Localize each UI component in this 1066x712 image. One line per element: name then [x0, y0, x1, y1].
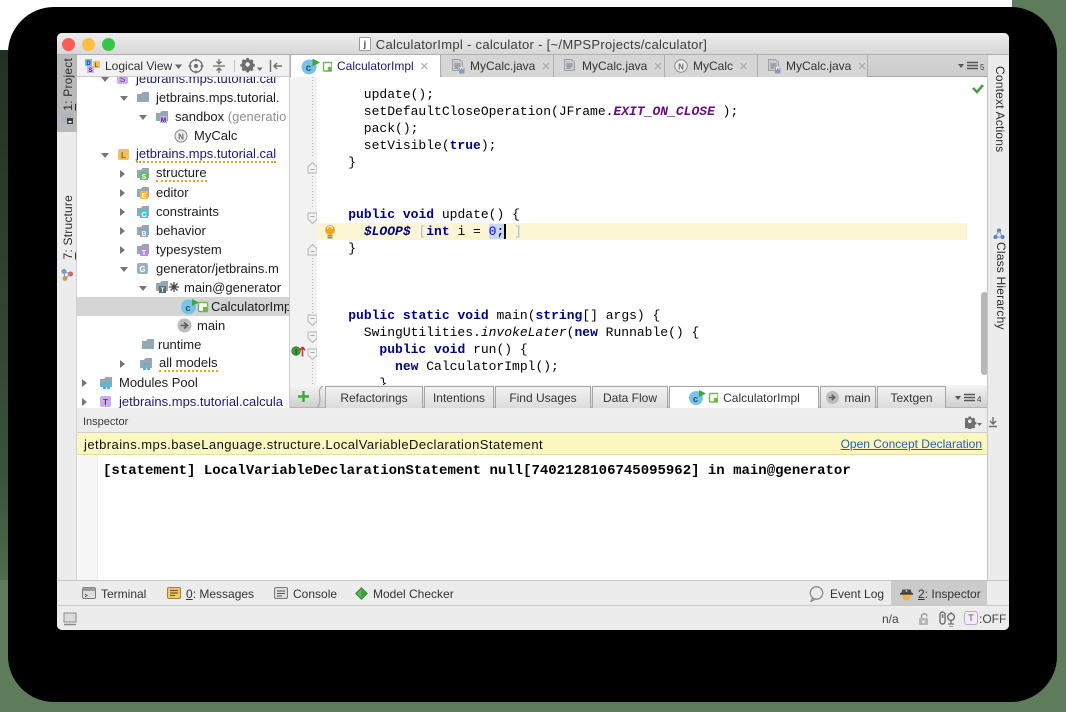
- svg-text:c: c: [693, 394, 698, 405]
- svg-text:T: T: [142, 250, 147, 256]
- svg-text:L: L: [95, 63, 99, 69]
- svg-text:N: N: [678, 63, 684, 72]
- svg-text:T: T: [103, 398, 108, 407]
- svg-text:I: I: [295, 347, 297, 356]
- svg-text:j: j: [362, 39, 366, 49]
- svg-text:Logical View: Logical View: [105, 59, 172, 73]
- svg-text:S: S: [88, 68, 92, 74]
- svg-text:c: c: [185, 303, 190, 314]
- svg-text:c: c: [306, 63, 312, 74]
- svg-text:N: N: [178, 133, 184, 142]
- svg-text:5: 5: [980, 63, 984, 72]
- svg-text:G: G: [139, 265, 145, 274]
- svg-text:M: M: [161, 117, 166, 123]
- svg-text:L: L: [121, 151, 126, 160]
- svg-text:T: T: [161, 287, 165, 294]
- svg-text:E: E: [142, 193, 147, 199]
- svg-text:B: B: [141, 231, 146, 237]
- svg-text:S: S: [120, 77, 125, 84]
- svg-text:C: C: [141, 212, 146, 218]
- svg-text:4: 4: [977, 395, 981, 404]
- svg-text:S: S: [142, 174, 147, 180]
